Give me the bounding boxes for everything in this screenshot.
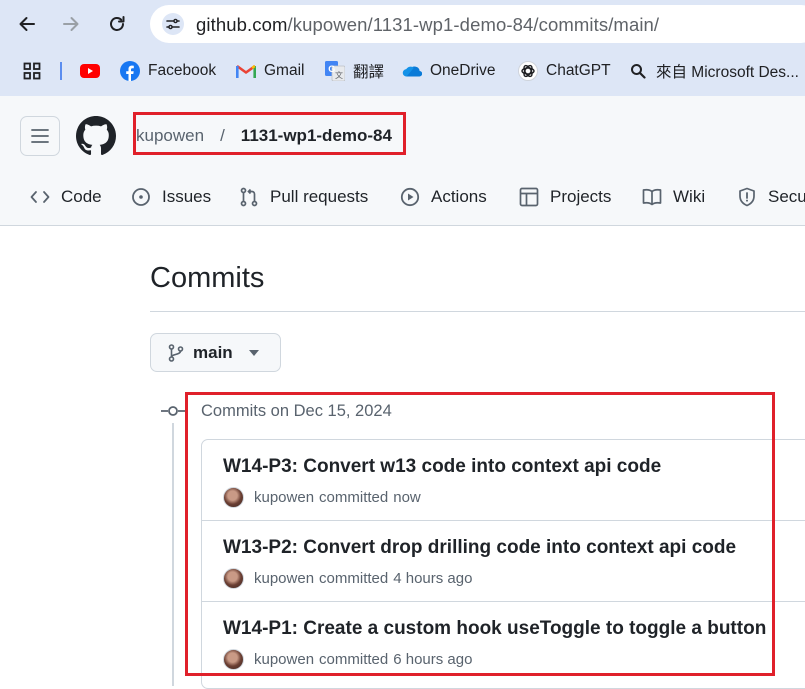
gmail-icon <box>236 61 256 81</box>
bookmark-gmail[interactable]: Gmail <box>236 55 304 87</box>
tab-label: Pull requests <box>270 187 369 206</box>
bookmarks-divider <box>60 62 62 80</box>
bookmark-label: OneDrive <box>430 62 496 79</box>
shield-icon <box>739 187 755 207</box>
site-settings-icon[interactable] <box>162 13 184 35</box>
issue-opened-icon <box>132 188 150 206</box>
tab-code[interactable]: Code <box>30 180 102 214</box>
tab-actions[interactable]: Actions <box>400 180 487 214</box>
highlight-box-commits <box>185 392 775 676</box>
tab-label: Actions <box>431 187 487 206</box>
bookmark-translate[interactable]: G文 翻譯 <box>325 55 384 87</box>
tab-label: Code <box>61 187 102 206</box>
code-icon <box>30 191 50 203</box>
reload-button[interactable] <box>102 10 132 38</box>
page-title: Commits <box>150 262 265 294</box>
onedrive-icon <box>402 61 422 81</box>
tab-wiki[interactable]: Wiki <box>642 180 705 214</box>
git-pull-request-icon <box>240 187 258 207</box>
tab-label: Projects <box>550 187 612 206</box>
browser-toolbar: github.com/kupowen/1131-wp1-demo-84/comm… <box>0 0 805 96</box>
github-logo-icon[interactable] <box>76 116 116 156</box>
youtube-icon <box>80 61 100 81</box>
tab-projects[interactable]: Projects <box>519 180 611 214</box>
chatgpt-icon <box>518 61 538 81</box>
bookmark-microsoft-designer[interactable]: 來自 Microsoft Des... <box>628 55 799 87</box>
repo-tabs: Code Issues Pull requests Actions Projec… <box>0 180 805 214</box>
highlight-box-repo <box>133 112 406 155</box>
address-url[interactable]: github.com/kupowen/1131-wp1-demo-84/comm… <box>196 14 659 36</box>
reload-icon <box>110 16 125 31</box>
bookmark-onedrive[interactable]: OneDrive <box>402 55 495 87</box>
address-host: github.com <box>196 14 288 35</box>
timeline-line <box>172 423 174 686</box>
google-translate-icon: G文 <box>325 61 345 81</box>
address-path: /kupowen/1131-wp1-demo-84/commits/main/ <box>287 14 660 35</box>
forward-button[interactable] <box>56 10 86 38</box>
hamburger-icon <box>31 129 49 143</box>
bookmark-chatgpt[interactable]: ChatGPT <box>518 55 611 87</box>
title-divider <box>150 311 805 312</box>
tab-label: Issues <box>162 187 212 206</box>
book-icon <box>642 188 662 206</box>
bookmark-youtube[interactable] <box>80 55 108 87</box>
bookmark-label: 來自 Microsoft Des... <box>656 64 799 81</box>
bookmark-label: Gmail <box>264 62 305 79</box>
branch-select-button[interactable]: main <box>150 333 281 372</box>
play-icon <box>400 187 420 207</box>
bookmarks-bar: Facebook Gmail G文 翻譯 OneDrive ChatGPT 來自… <box>0 55 805 87</box>
bookmark-label: ChatGPT <box>546 62 611 79</box>
svg-text:文: 文 <box>335 70 343 80</box>
git-branch-icon <box>168 343 184 362</box>
search-icon <box>628 61 648 81</box>
arrow-right-icon <box>63 17 79 31</box>
repo-header: kupowen / 1131-wp1-demo-84 Code Issues P… <box>0 96 805 226</box>
branch-name: main <box>193 342 233 362</box>
bookmark-label: Facebook <box>148 62 217 79</box>
arrow-left-icon <box>19 17 35 31</box>
back-button[interactable] <box>12 10 42 38</box>
bookmark-apps[interactable] <box>22 55 50 87</box>
git-commit-icon <box>161 406 185 416</box>
tab-pull-requests[interactable]: Pull requests <box>239 180 368 214</box>
table-icon <box>519 187 539 207</box>
tab-label: Secu <box>768 187 805 206</box>
facebook-icon <box>120 61 140 81</box>
address-bar[interactable]: github.com/kupowen/1131-wp1-demo-84/comm… <box>150 5 805 43</box>
apps-grid-icon <box>22 61 42 81</box>
triangle-down-icon <box>248 349 259 356</box>
bookmark-label: 翻譯 <box>353 64 385 81</box>
tab-label: Wiki <box>673 187 706 206</box>
menu-button[interactable] <box>20 116 60 156</box>
tab-security[interactable]: Secu <box>737 180 805 214</box>
bookmark-facebook[interactable]: Facebook <box>120 55 216 87</box>
tab-issues[interactable]: Issues <box>131 180 211 214</box>
